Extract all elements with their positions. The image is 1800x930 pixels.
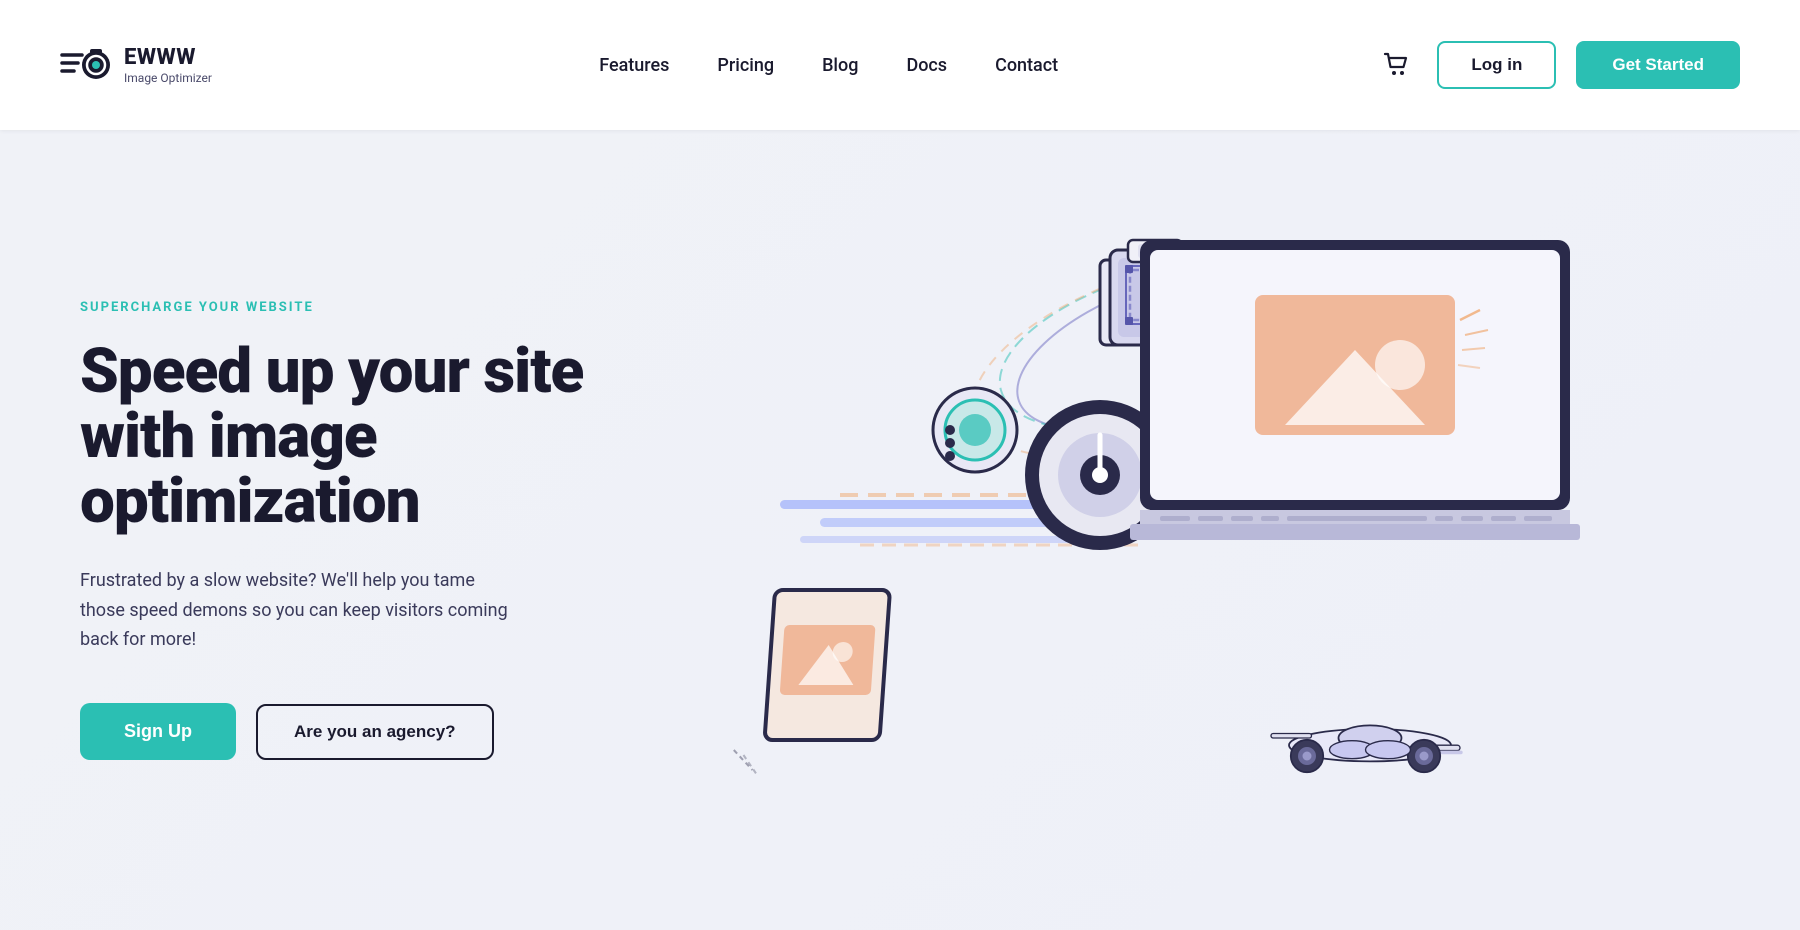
- hero-section: SUPERCHARGE YOUR WEBSITE Speed up your s…: [0, 130, 1800, 930]
- nav-contact[interactable]: Contact: [995, 55, 1058, 76]
- signup-button[interactable]: Sign Up: [80, 703, 236, 760]
- hero-buttons: Sign Up Are you an agency?: [80, 703, 600, 760]
- illustration-svg: [600, 190, 1740, 870]
- hero-eyebrow: SUPERCHARGE YOUR WEBSITE: [80, 300, 600, 315]
- nav-pricing[interactable]: Pricing: [717, 55, 774, 76]
- logo-icon: [60, 39, 112, 91]
- agency-button[interactable]: Are you an agency?: [256, 704, 494, 760]
- hero-headline: Speed up your site with image optimizati…: [80, 339, 600, 534]
- get-started-button[interactable]: Get Started: [1576, 41, 1740, 89]
- nav-features[interactable]: Features: [599, 55, 669, 76]
- hero-illustration: [600, 190, 1740, 870]
- nav-docs[interactable]: Docs: [906, 55, 947, 76]
- logo-text: EWWW Image Optimizer: [124, 45, 212, 86]
- site-header: EWWW Image Optimizer Features Pricing Bl…: [0, 0, 1800, 130]
- login-button[interactable]: Log in: [1437, 41, 1556, 89]
- main-nav: Features Pricing Blog Docs Contact: [280, 55, 1377, 76]
- logo[interactable]: EWWW Image Optimizer: [60, 39, 280, 91]
- hero-subtext: Frustrated by a slow website? We'll help…: [80, 566, 520, 655]
- hero-content: SUPERCHARGE YOUR WEBSITE Speed up your s…: [80, 300, 600, 760]
- nav-blog[interactable]: Blog: [822, 55, 858, 76]
- cart-icon[interactable]: [1377, 45, 1417, 85]
- header-actions: Log in Get Started: [1377, 41, 1740, 89]
